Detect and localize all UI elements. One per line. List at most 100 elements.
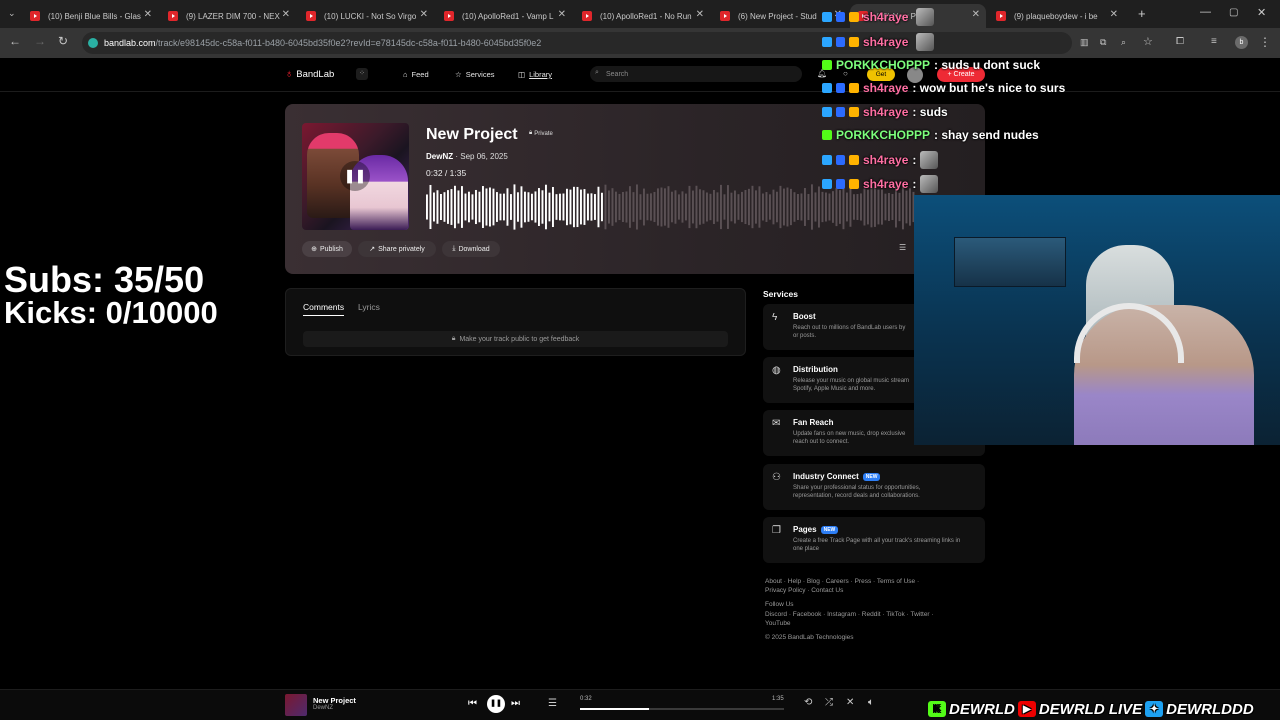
forward-icon[interactable]: → — [34, 34, 46, 48]
tab-lyrics[interactable]: Lyrics — [358, 302, 380, 312]
next-track-icon[interactable]: ⏭︎ — [511, 698, 520, 709]
footer-social-links[interactable]: Discord · Facebook · Instagram · Reddit … — [765, 611, 934, 618]
site-info-icon[interactable] — [88, 38, 98, 48]
cast-icon[interactable]: ⧉ — [1100, 37, 1106, 48]
close-tab-icon[interactable]: ✕ — [558, 9, 566, 20]
waveform-bar — [576, 186, 579, 228]
service-card-industry-connect[interactable]: ⚇ Industry Connect NEW Share your professio… — [763, 464, 985, 510]
waveform-bar — [639, 194, 642, 220]
previous-track-icon[interactable]: ⏮︎ — [468, 698, 477, 709]
waveform-bar — [818, 186, 820, 228]
reader-icon[interactable]: ▥ — [1080, 37, 1089, 48]
profile-avatar[interactable]: b — [1235, 36, 1248, 49]
close-tab-icon[interactable]: ✕ — [420, 9, 428, 20]
minimize-button[interactable]: — — [1200, 6, 1211, 18]
pause-button[interactable]: ❚❚ — [487, 695, 505, 713]
track-title: New Project — [426, 126, 518, 143]
waveform-bar — [884, 193, 887, 221]
new-badge: NEW — [862, 472, 881, 481]
close-tab-icon[interactable]: ✕ — [282, 9, 290, 20]
waveform-bar — [566, 188, 568, 226]
nav-services[interactable]: ☆ Services — [455, 70, 495, 79]
service-title: Boost — [793, 312, 816, 321]
repeat-icon[interactable]: ⟲ — [804, 697, 812, 708]
publish-button[interactable]: ⊕ Publish — [302, 241, 352, 257]
search-input[interactable]: ⌕ Search — [590, 66, 802, 82]
chat-text: : suds u dont suck — [934, 58, 1041, 72]
close-tab-icon[interactable]: ✕ — [1110, 9, 1118, 20]
waveform-bar — [751, 185, 754, 229]
bandlab-logo[interactable]: ♁ BandLab — [285, 68, 334, 80]
browser-tab[interactable]: (10) Benji Blue Bills - Glas ✕ — [22, 4, 158, 28]
service-title: Fan Reach — [793, 418, 834, 427]
chat-username: sh4raye — [863, 81, 909, 95]
maximize-button[interactable]: ▢ — [1229, 7, 1238, 18]
close-tab-icon[interactable]: ✕ — [972, 9, 980, 20]
more-options-icon[interactable]: ☰ — [899, 243, 906, 252]
track-cover-art[interactable]: ❚❚ — [302, 123, 409, 230]
bookmark-star-icon[interactable]: ☆ — [1143, 35, 1153, 48]
track-artist[interactable]: DewNZ — [426, 152, 453, 161]
close-tab-icon[interactable]: ✕ — [696, 9, 704, 20]
player-track-artist[interactable]: DewNZ — [313, 705, 333, 711]
new-tab-button[interactable]: + — [1138, 6, 1146, 21]
share-privately-button[interactable]: ↗ Share privately — [358, 241, 436, 257]
chat-username: sh4raye — [863, 105, 909, 119]
nav-library[interactable]: ◫ Library — [518, 70, 552, 79]
waveform-bar — [709, 193, 712, 221]
browser-tab-label: (10) LUCKI - Not So Virgo — [324, 11, 417, 21]
browser-tab[interactable]: (10) ApolloRed1 - Vamp L ✕ — [436, 4, 572, 28]
extensions-icon[interactable]: ⧠ — [1176, 36, 1184, 47]
browser-tab[interactable]: (10) LUCKI - Not So Virgo ✕ — [298, 4, 434, 28]
chat-username: sh4raye — [863, 35, 909, 49]
waveform-bar — [891, 193, 894, 221]
waveform-bar — [734, 190, 736, 224]
chat-emote-icon — [920, 175, 939, 193]
browser-tab[interactable]: (9) LAZER DIM 700 - NEX ✕ — [160, 4, 296, 28]
waveform-bar — [478, 191, 481, 223]
player-cover-art[interactable] — [285, 694, 307, 716]
service-card-pages[interactable]: ❐ Pages NEW Create a free Track Page with a… — [763, 517, 985, 563]
player-track-title[interactable]: New Project — [313, 696, 356, 705]
footer-links-2[interactable]: Privacy Policy · Contact Us — [765, 587, 843, 594]
nav-feed[interactable]: ⌂ Feed — [403, 70, 429, 79]
waveform-bar — [706, 192, 708, 222]
waveform-bar — [716, 192, 719, 222]
zoom-icon[interactable]: ⌕ — [1121, 37, 1126, 48]
waveform-bar — [786, 187, 789, 227]
mute-icon[interactable]: ✕ — [846, 697, 854, 708]
browser-tab[interactable]: (9) plaqueboydew - i be ✕ — [988, 4, 1124, 28]
waveform-bar — [671, 191, 673, 223]
reload-icon[interactable]: ↻ — [58, 34, 68, 48]
menu-icon[interactable]: ⋮ — [1259, 35, 1271, 49]
waveform-bar — [881, 189, 883, 225]
close-window-button[interactable]: ✕ — [1257, 6, 1266, 19]
close-tab-icon[interactable]: ✕ — [144, 9, 152, 20]
footer-links[interactable]: About · Help · Blog · Careers · Press · … — [765, 578, 919, 585]
browser-tab[interactable]: (10) ApolloRed1 - No Run ✕ — [574, 4, 710, 28]
back-icon[interactable]: ← — [9, 34, 21, 48]
footer-social-links-2[interactable]: YouTube — [765, 620, 791, 627]
chat-badge-icon — [822, 83, 832, 93]
player-progress-track[interactable] — [580, 708, 784, 710]
tab-search-icon[interactable]: ⌄ — [8, 8, 16, 19]
pause-overlay-button[interactable]: ❚❚ — [340, 161, 370, 191]
tab-comments[interactable]: Comments — [303, 302, 345, 316]
apps-grid-icon[interactable]: ⁘ — [356, 68, 368, 80]
download-label: Download — [458, 245, 490, 253]
media-icon[interactable]: ≡ — [1211, 36, 1217, 47]
youtube-favicon-icon — [996, 11, 1006, 21]
waveform-bar — [793, 192, 796, 222]
globe-icon: ◍ — [772, 365, 781, 376]
globe-icon: ⊕ — [311, 246, 317, 253]
waveform-bar — [898, 192, 901, 222]
chat-badge-sub-icon — [836, 12, 845, 22]
queue-icon[interactable]: ☰ — [548, 698, 557, 709]
waveform-bar — [496, 192, 498, 222]
service-description: Create a free Track Page with all your t… — [793, 538, 961, 544]
waveform-bar — [758, 186, 761, 228]
download-button[interactable]: ⤓ Download — [442, 241, 500, 257]
player-elapsed: 0:32 — [580, 696, 592, 702]
shuffle-icon[interactable]: ⤮ — [825, 697, 833, 708]
volume-icon[interactable]: 🔈︎ — [868, 697, 874, 708]
